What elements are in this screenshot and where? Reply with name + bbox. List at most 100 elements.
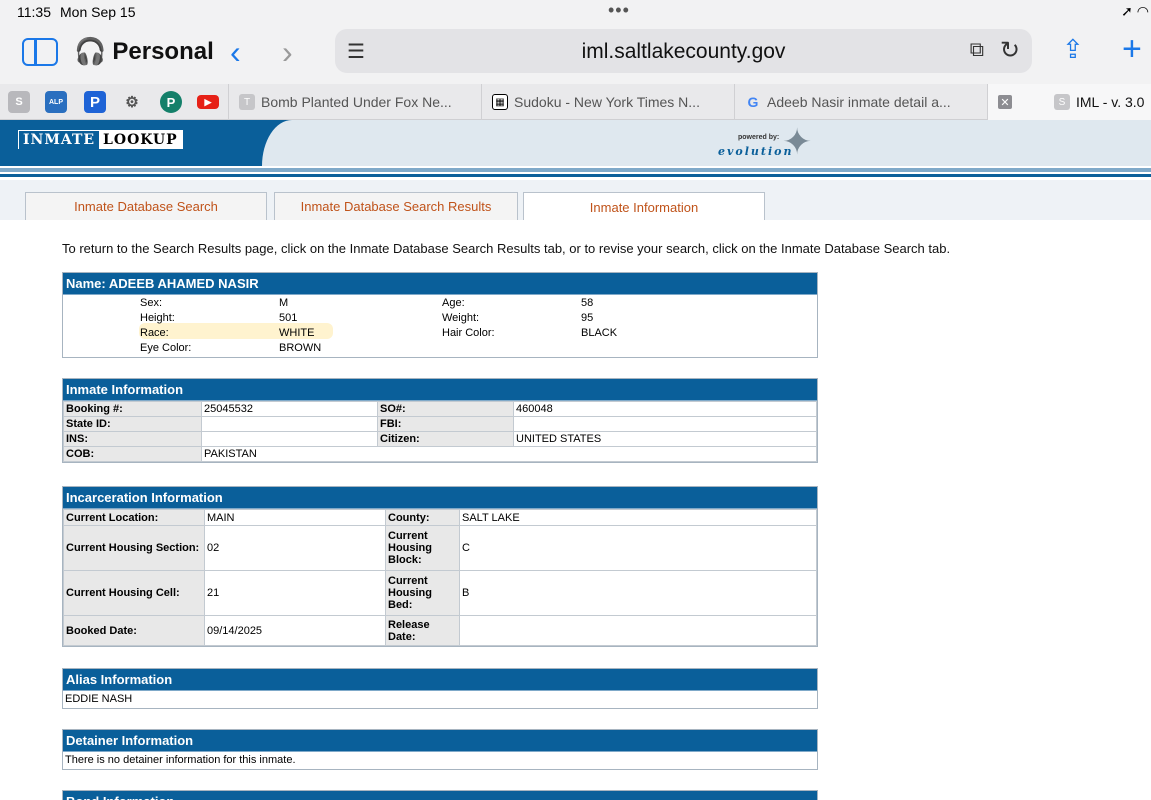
status-time: 11:35 <box>17 4 51 20</box>
compass-star-icon: ✦ <box>782 121 813 162</box>
height-label: Height: <box>140 312 175 324</box>
pinned-tab-alp[interactable]: ALP <box>45 91 67 113</box>
tab-favicon: T <box>239 94 255 110</box>
browser-toolbar: 🎧 Personal ‹ › ☰ iml.saltlakecounty.gov … <box>0 26 1151 84</box>
bond-panel: Bond Information <box>62 790 818 800</box>
table-row: INS: Citizen: UNITED STATES <box>63 431 817 447</box>
forward-button[interactable]: › <box>282 34 293 71</box>
logo-word-1: INMATE <box>19 130 100 149</box>
tab-title: Bomb Planted Under Fox Ne... <box>261 94 452 110</box>
pinned-tab-gear[interactable]: ⚙ <box>121 91 143 113</box>
inmate-information-panel: Inmate Information Booking #: 25045532 S… <box>62 378 818 463</box>
panel-title: Inmate Information <box>63 379 817 401</box>
detainer-panel: Detainer Information There is no detaine… <box>62 729 818 770</box>
profile-switcher[interactable]: 🎧 Personal <box>74 36 214 67</box>
close-tab-icon[interactable]: ✕ <box>998 95 1012 109</box>
headphones-icon: 🎧 <box>74 36 107 66</box>
location-value: MAIN <box>204 509 386 526</box>
share-icon[interactable]: ⇪ <box>1062 34 1084 65</box>
table-row: Booking #: 25045532 SO#: 460048 <box>63 401 817 417</box>
housing-block-value: C <box>459 525 817 571</box>
housing-bed-value: B <box>459 570 817 616</box>
ins-label: INS: <box>63 431 202 447</box>
status-date: Mon Sep 15 <box>60 4 136 20</box>
weight-value: 95 <box>581 312 594 324</box>
new-tab-button[interactable]: + <box>1122 30 1142 69</box>
sidebar-toggle-icon[interactable] <box>22 38 58 66</box>
header-band: INMATE LOOKUP powered by: evolution ✦ <box>0 120 1151 166</box>
back-button[interactable]: ‹ <box>230 34 241 71</box>
tab-iml-active[interactable]: ✕ S IML - v. 3.0 <box>987 84 1151 120</box>
profile-name: Personal <box>112 37 214 65</box>
tab-bomb[interactable]: T Bomb Planted Under Fox Ne... <box>228 84 481 120</box>
housing-cell-value: 21 <box>204 570 386 616</box>
alias-value: EDDIE NASH <box>65 693 133 705</box>
pinned-tab-pandora[interactable]: P <box>160 91 182 113</box>
state-id-value <box>201 416 378 432</box>
county-label: County: <box>385 509 460 526</box>
housing-section-label: Current Housing Section: <box>63 525 205 571</box>
tab-search-results[interactable]: Inmate Database Search Results <box>274 192 518 220</box>
table-row: Current Housing Section: 02 Current Hous… <box>63 525 817 571</box>
hair-color-label: Hair Color: <box>442 327 495 339</box>
tab-google[interactable]: G Adeeb Nasir inmate detail a... <box>734 84 987 120</box>
age-value: 58 <box>581 297 594 309</box>
tab-title: Sudoku - New York Times N... <box>514 94 700 110</box>
table-row: COB: PAKISTAN <box>63 446 817 462</box>
release-date-value <box>459 615 817 646</box>
panel-title: Bond Information <box>63 791 817 800</box>
citizen-value: UNITED STATES <box>513 431 817 447</box>
extensions-icon[interactable]: ⧉ <box>970 39 984 62</box>
multitasking-dots-icon[interactable]: ••• <box>608 0 630 21</box>
header-curve <box>262 120 1151 166</box>
state-id-label: State ID: <box>63 416 202 432</box>
header-stripes <box>0 168 1151 180</box>
name-panel: Name: ADEEB AHAMED NASIR Sex: M Height: … <box>62 272 818 358</box>
reload-icon[interactable]: ↻ <box>1000 36 1020 65</box>
tab-sudoku[interactable]: ▦ Sudoku - New York Times N... <box>481 84 734 120</box>
tab-inmate-information[interactable]: Inmate Information <box>523 192 765 221</box>
tab-title: IML - v. 3.0 <box>1076 94 1145 110</box>
so-label: SO#: <box>377 401 514 417</box>
incarceration-panel: Incarceration Information Current Locati… <box>62 486 818 647</box>
tab-favicon: ▦ <box>492 94 508 110</box>
location-wifi-icon: ➚ ◠ <box>1121 3 1149 19</box>
hair-color-value: BLACK <box>581 327 618 339</box>
detainer-value: There is no detainer information for thi… <box>65 754 296 766</box>
age-label: Age: <box>442 297 465 309</box>
tab-title: Adeeb Nasir inmate detail a... <box>767 94 951 110</box>
site-header: INMATE LOOKUP powered by: evolution ✦ <box>0 120 1151 170</box>
table-row: Booked Date: 09/14/2025 Release Date: <box>63 615 817 646</box>
google-icon: G <box>747 94 759 110</box>
intro-text: To return to the Search Results page, cl… <box>62 241 951 256</box>
name-title: Name: ADEEB AHAMED NASIR <box>63 273 817 295</box>
pinned-tab-youtube[interactable]: ▶ <box>197 95 219 109</box>
alias-panel: Alias Information EDDIE NASH <box>62 668 818 709</box>
race-value: WHITE <box>279 327 315 339</box>
tab-favicon: S <box>1054 94 1070 110</box>
address-bar[interactable]: ☰ iml.saltlakecounty.gov ⧉ ↻ <box>335 29 1032 73</box>
panel-title: Alias Information <box>63 669 817 691</box>
pinned-tab-s[interactable]: S <box>8 91 30 113</box>
pinned-tab-p[interactable]: P <box>84 91 106 113</box>
incarceration-table: Current Location: MAIN County: SALT LAKE… <box>63 509 817 646</box>
logo-word-2: LOOKUP <box>99 130 182 149</box>
race-label: Race: <box>140 327 169 339</box>
tab-inmate-database-search[interactable]: Inmate Database Search <box>25 192 267 220</box>
cob-value: PAKISTAN <box>201 446 817 462</box>
panel-title: Incarceration Information <box>63 487 817 509</box>
booked-date-value: 09/14/2025 <box>204 615 386 646</box>
fbi-label: FBI: <box>377 416 514 432</box>
booking-label: Booking #: <box>63 401 202 417</box>
fbi-value <box>513 416 817 432</box>
status-bar: 11:35 Mon Sep 15 ••• ➚ ◠ <box>0 0 1151 26</box>
eye-color-label: Eye Color: <box>140 342 192 354</box>
sex-value: M <box>279 297 289 309</box>
county-value: SALT LAKE <box>459 509 817 526</box>
housing-block-label: Current Housing Block: <box>385 525 460 571</box>
housing-cell-label: Current Housing Cell: <box>63 570 205 616</box>
location-label: Current Location: <box>63 509 205 526</box>
release-date-label: Release Date: <box>385 615 460 646</box>
inmate-lookup-logo[interactable]: INMATE LOOKUP <box>18 130 183 149</box>
cob-label: COB: <box>63 446 202 462</box>
